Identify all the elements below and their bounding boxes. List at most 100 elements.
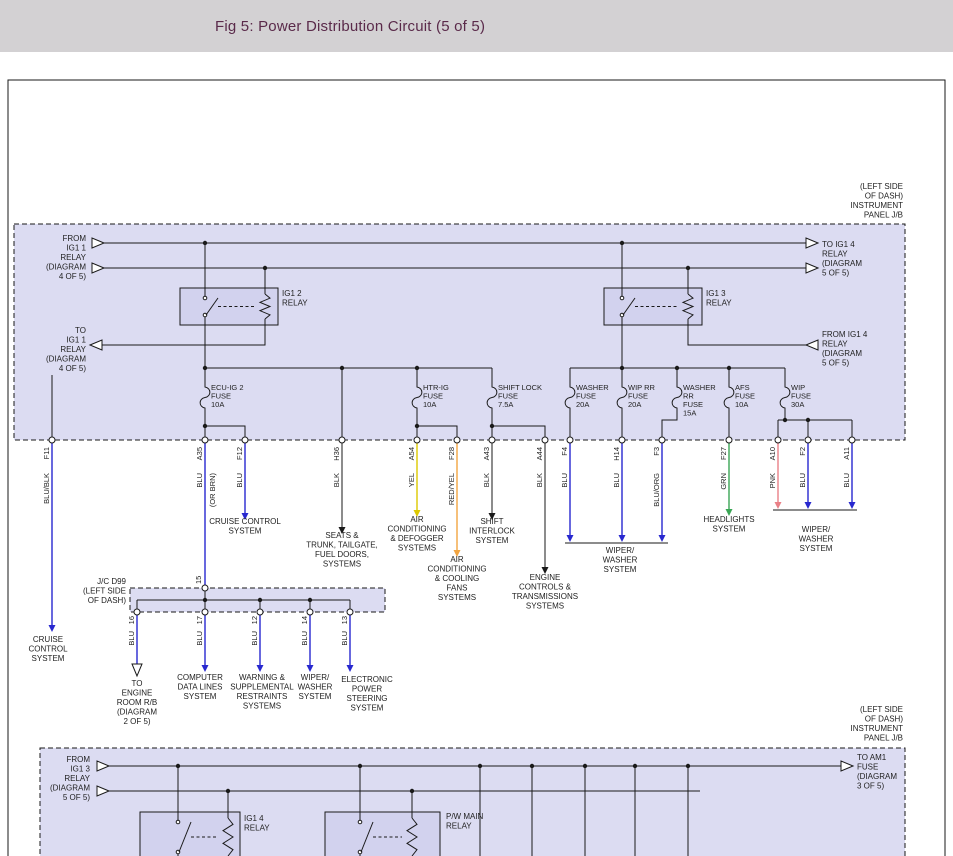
junction-dot	[203, 241, 207, 245]
junction-dot	[806, 418, 810, 422]
pin-label-13: 13	[340, 616, 349, 624]
junction-dot	[686, 764, 690, 768]
junction-dot	[258, 598, 262, 602]
wire-color-label: BLU	[235, 473, 244, 488]
junction-dot	[415, 366, 419, 370]
junction-dot	[727, 366, 731, 370]
wire-color-label: BLU	[798, 473, 807, 488]
pin-terminal	[202, 609, 208, 615]
wire-color-label: BLU/BLK	[42, 473, 51, 504]
junction-dot	[203, 424, 207, 428]
pin-label-F3: F3	[652, 447, 661, 456]
pin-terminal	[134, 609, 140, 615]
pin-terminal	[726, 437, 732, 443]
junction-dot	[530, 764, 534, 768]
pin-label-F2: F2	[798, 447, 807, 456]
wire-color-label: BLU/ORG	[652, 473, 661, 507]
pin-label-F11: F11	[42, 447, 51, 459]
wire-color-label: RED/YEL	[447, 473, 456, 505]
junction-dot	[583, 764, 587, 768]
pin-label-F28: F28	[447, 447, 456, 460]
junction-dot	[490, 424, 494, 428]
pin-terminal	[307, 609, 313, 615]
relay-ig1-4	[140, 812, 240, 856]
pin-terminal	[805, 437, 811, 443]
wire-color-label: BLU	[195, 473, 204, 488]
wire-color-label: BLU	[127, 631, 136, 646]
pin-label-A35: A35	[195, 447, 204, 460]
relay-contact	[358, 820, 362, 824]
pin-terminal	[542, 437, 548, 443]
pin-label-F27: F27	[719, 447, 728, 460]
junction-dot	[308, 598, 312, 602]
junction-dot	[686, 266, 690, 270]
pin-label-A43: A43	[482, 447, 491, 460]
pin-terminal	[414, 437, 420, 443]
wire-color-label: BLU	[300, 631, 309, 646]
pin-label-A11: A11	[842, 447, 851, 460]
instrument-panel-jb-upper	[14, 224, 905, 440]
pin-terminal	[454, 437, 460, 443]
label-cruise-control-2: CRUISECONTROLSYSTEM	[28, 635, 68, 663]
wire-color-label: BLK	[482, 473, 491, 487]
pin-terminal	[849, 437, 855, 443]
pin-label-15: 15	[194, 576, 203, 584]
pin-label-F12: F12	[235, 447, 244, 460]
pin-terminal	[567, 437, 573, 443]
pin-terminal	[659, 437, 665, 443]
junction-dot	[783, 418, 787, 422]
pin-terminal	[339, 437, 345, 443]
pin-label-H14: H14	[612, 447, 621, 461]
wire-color-label: BLU	[612, 473, 621, 488]
pin-label-14: 14	[300, 616, 309, 624]
wire-color-label: BLU	[842, 473, 851, 488]
wire-color-label: BLU	[195, 631, 204, 646]
pin-terminal	[202, 585, 208, 591]
pin-terminal	[489, 437, 495, 443]
junction-dot	[176, 764, 180, 768]
relay-contact	[620, 296, 624, 300]
relay-pw-main	[325, 812, 440, 856]
wire-color-label: YEL	[407, 473, 416, 487]
pin-label-A54: A54	[407, 447, 416, 460]
relay-contact	[176, 820, 180, 824]
junction-dot	[633, 764, 637, 768]
pin-label-17: 17	[195, 616, 204, 624]
pin-label-16: 16	[127, 616, 136, 624]
junction-dot	[358, 764, 362, 768]
junction-dot	[203, 598, 207, 602]
wire-color-label: BLU	[340, 631, 349, 646]
junction-dot	[620, 366, 624, 370]
label-wiper-washer-2: WIPER/WASHERSYSTEM	[799, 525, 834, 553]
pin-terminal	[347, 609, 353, 615]
junction-dot	[620, 241, 624, 245]
pin-terminal	[202, 437, 208, 443]
wire-color-label: BLK	[332, 473, 341, 487]
pin-label-H36: H36	[332, 447, 341, 461]
pin-label-A44: A44	[535, 447, 544, 460]
wire-color-label: BLU	[250, 631, 259, 646]
junction-dot	[263, 266, 267, 270]
junction-dot	[226, 789, 230, 793]
junction-dot	[203, 366, 207, 370]
label-computer-data-lines: COMPUTERDATA LINESSYSTEM	[177, 673, 223, 701]
wire-color-label: BLU	[560, 473, 569, 488]
label-wiper-washer-1: WIPER/WASHERSYSTEM	[603, 546, 638, 574]
label-wiper-washer-3: WIPER/WASHERSYSTEM	[298, 673, 333, 701]
wiring-diagram-canvas: IG1 2RELAYIG1 3RELAYIG1 4RELAYP/W MAINRE…	[0, 0, 953, 856]
pin-terminal	[242, 437, 248, 443]
pin-terminal	[619, 437, 625, 443]
wire-color-label: BLK	[535, 473, 544, 487]
wire-color-label: (OR BRN)	[208, 473, 217, 508]
pin-label-12: 12	[250, 616, 259, 624]
wire-color-label: GRN	[719, 473, 728, 490]
junction-dot	[675, 366, 679, 370]
pin-label-A10: A10	[768, 447, 777, 460]
pin-terminal	[775, 437, 781, 443]
pin-terminal	[49, 437, 55, 443]
junction-dot	[340, 366, 344, 370]
wire-color-label: PNK	[768, 473, 777, 488]
junction-dot	[478, 764, 482, 768]
junction-dot	[410, 789, 414, 793]
pin-label-F4: F4	[560, 447, 569, 456]
